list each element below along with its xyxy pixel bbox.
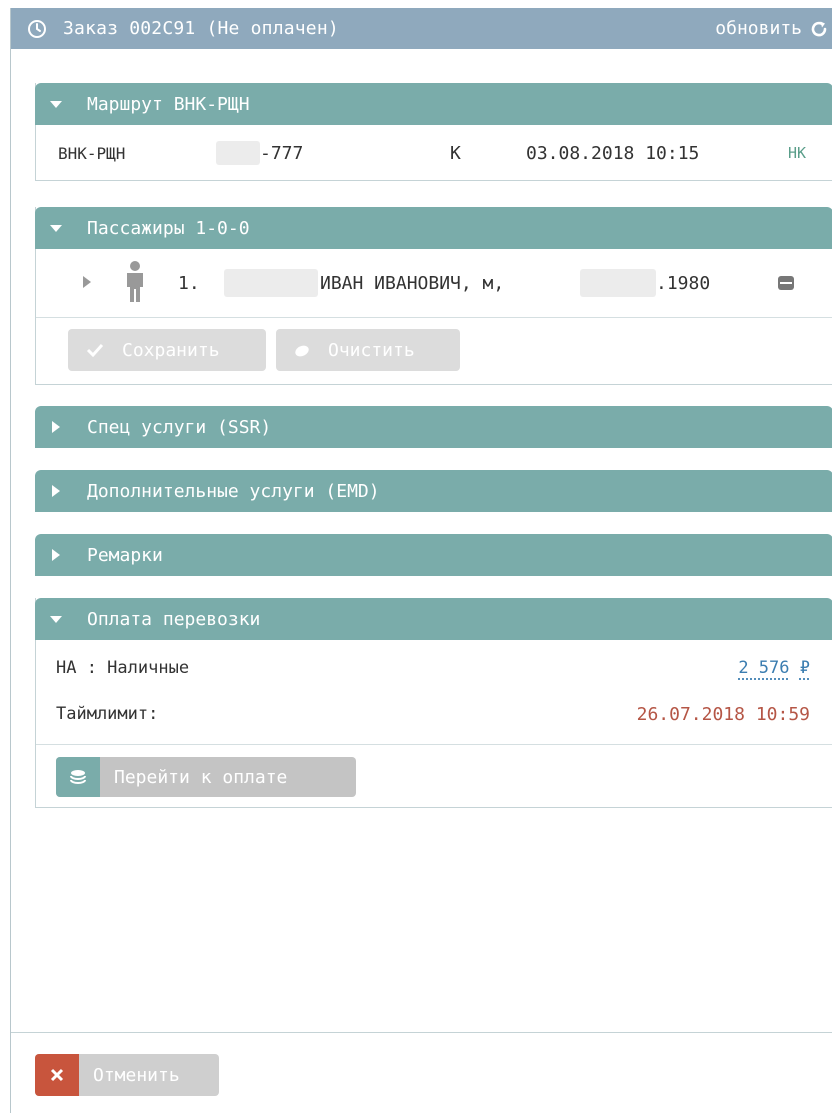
chevron-down-icon — [50, 101, 62, 108]
person-icon — [127, 261, 143, 302]
close-icon — [35, 1054, 79, 1096]
pay-button[interactable]: Перейти к оплате — [56, 757, 356, 797]
passengers-panel: Пассажиры 1-0-0 1. ИВАН ИВАНОВИЧ, м, .19… — [35, 207, 832, 385]
redacted-surname — [224, 269, 318, 297]
redacted-birthdate — [580, 269, 656, 297]
cancel-label: Отменить — [93, 1064, 180, 1086]
clear-button[interactable]: Очистить — [276, 329, 460, 371]
emd-panel-header[interactable]: Дополнительные услуги (EMD) — [35, 470, 832, 512]
title-bar: Заказ 002С91 (Не оплачен) обновить — [11, 8, 832, 49]
payment-actions: Перейти к оплате — [36, 744, 832, 807]
chevron-down-icon — [50, 616, 62, 623]
order-title: Заказ 002С91 (Не оплачен) — [63, 18, 339, 39]
currency-sign: ₽ — [799, 658, 810, 678]
passenger-name: ИВАН ИВАНОВИЧ, м, — [320, 272, 505, 294]
ssr-panel: Спец услуги (SSR) — [35, 406, 832, 448]
ssr-panel-header[interactable]: Спец услуги (SSR) — [35, 406, 832, 448]
pay-label: Перейти к оплате — [114, 766, 288, 788]
timelimit-label: Таймлимит: — [56, 704, 159, 724]
segment-route: ВНК-РЩН — [58, 143, 126, 163]
redacted-flight-carrier — [216, 141, 260, 165]
check-icon — [68, 343, 122, 357]
segment-status: HK — [788, 144, 807, 162]
remarks-panel-header[interactable]: Ремарки — [35, 534, 832, 576]
emd-panel-title: Дополнительные услуги (EMD) — [87, 480, 380, 502]
chevron-down-icon — [50, 225, 62, 232]
route-segment-row: ВНК-РЩН -777 К 03.08.2018 10:15 HK — [36, 125, 832, 181]
passengers-panel-title: Пассажиры 1-0-0 — [87, 217, 250, 239]
emd-panel: Дополнительные услуги (EMD) — [35, 470, 832, 512]
order-window: Заказ 002С91 (Не оплачен) обновить Маршр… — [10, 8, 832, 1113]
clear-label: Очистить — [328, 339, 415, 361]
route-panel-title: Маршрут ВНК-РЩН — [87, 93, 250, 115]
payment-method: НА : Наличные — [56, 658, 190, 678]
amount-value[interactable]: 2 576 — [738, 658, 789, 678]
segment-class: К — [450, 142, 461, 164]
expand-arrow-icon[interactable] — [82, 275, 92, 289]
refresh-button[interactable]: обновить — [715, 18, 828, 39]
segment-datetime: 03.08.2018 10:15 — [526, 142, 700, 164]
save-label: Сохранить — [122, 339, 220, 361]
payment-panel: Оплата перевозки НА : Наличные 2 576 ₽ Т… — [35, 598, 832, 808]
passenger-birth-year: .1980 — [656, 272, 711, 294]
payment-amount[interactable]: 2 576 ₽ — [738, 658, 810, 678]
save-button[interactable]: Сохранить — [68, 329, 266, 371]
cancel-button[interactable]: Отменить — [35, 1054, 219, 1096]
remarks-panel: Ремарки — [35, 534, 832, 576]
payment-panel-header[interactable]: Оплата перевозки — [35, 598, 832, 640]
route-panel-header[interactable]: Маршрут ВНК-РЩН — [35, 83, 832, 125]
card-icon[interactable] — [778, 276, 794, 290]
clock-icon — [28, 19, 46, 38]
payment-panel-title: Оплата перевозки — [87, 608, 261, 630]
passenger-index: 1. — [178, 272, 200, 294]
coins-icon — [56, 757, 100, 797]
payment-details: НА : Наличные 2 576 ₽ Таймлимит: 26.07.2… — [36, 640, 832, 744]
passengers-panel-header[interactable]: Пассажиры 1-0-0 — [35, 207, 832, 249]
refresh-label: обновить — [715, 18, 802, 39]
refresh-icon — [811, 21, 827, 36]
eraser-icon — [276, 343, 328, 357]
segment-flight: -777 — [260, 142, 304, 164]
passengers-actions: Сохранить Очистить — [36, 317, 832, 384]
timelimit-value: 26.07.2018 10:59 — [636, 704, 810, 725]
passenger-row[interactable]: 1. ИВАН ИВАНОВИЧ, м, .1980 — [36, 249, 832, 317]
remarks-panel-title: Ремарки — [87, 544, 163, 566]
chevron-right-icon — [52, 485, 60, 497]
chevron-right-icon — [52, 549, 60, 561]
footer-divider — [11, 1032, 832, 1033]
route-panel: Маршрут ВНК-РЩН ВНК-РЩН -777 К 03.08.201… — [35, 83, 832, 181]
chevron-right-icon — [52, 421, 60, 433]
ssr-panel-title: Спец услуги (SSR) — [87, 416, 272, 438]
